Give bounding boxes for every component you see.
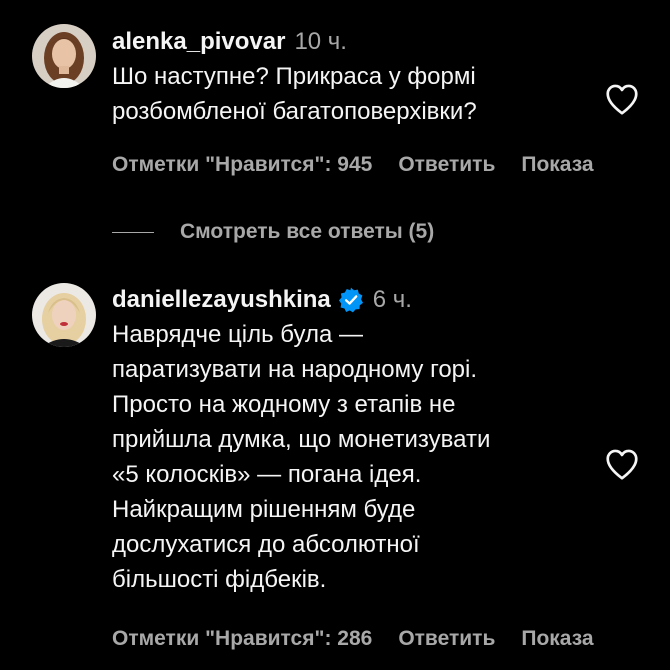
comment-text: Шо наступне? Прикраса у формі розбомблен… [112,59,592,129]
comment-text-line: прийшла думка, що монетизувати [112,426,491,453]
like-heart-icon[interactable] [604,82,640,116]
comment-text-line: Просто на жодному з етапів не [112,391,456,418]
comment-text: Наврядче ціль була — паратизувати на нар… [112,317,592,597]
comment-text-line: Найкращим рішенням буде [112,496,416,523]
comment-text-line: паратизувати на народному горі. [112,356,478,383]
likes-count[interactable]: Отметки "Нравится": 945 [112,152,372,178]
comment-text-line: дослухатися до абсолютної [112,531,420,558]
reply-button[interactable]: Ответить [398,626,495,652]
translate-button[interactable]: Показа [521,152,593,178]
view-replies-button[interactable]: Смотреть все ответы (5) [112,220,434,244]
comment-text-line: розбомбленої багатоповерхівки? [112,98,477,125]
comment-text-line: «5 колосків» — погана ідея. [112,461,422,488]
view-replies-label: Смотреть все ответы (5) [180,220,435,243]
comment-text-line: Наврядче ціль була — [112,321,363,348]
avatar-alenka[interactable] [32,24,96,88]
translate-button[interactable]: Показа [521,626,593,652]
comment-text-line: більшості фідбеків. [112,566,327,593]
comment-text-line: Шо наступне? Прикраса у формі [112,63,476,90]
timestamp[interactable]: 6 ч. [373,285,412,315]
avatar-danielle[interactable] [32,283,96,347]
avatar-danielle-image [32,283,96,347]
likes-count[interactable]: Отметки "Нравится": 286 [112,626,372,652]
reply-button[interactable]: Ответить [398,152,495,178]
username[interactable]: daniellezayushkina [112,285,331,315]
like-heart-icon[interactable] [604,447,640,481]
timestamp[interactable]: 10 ч. [294,27,347,57]
avatar-alenka-image [32,24,96,88]
username[interactable]: alenka_pivovar [112,27,285,57]
verified-badge-icon [338,287,364,313]
divider-line [112,231,154,233]
